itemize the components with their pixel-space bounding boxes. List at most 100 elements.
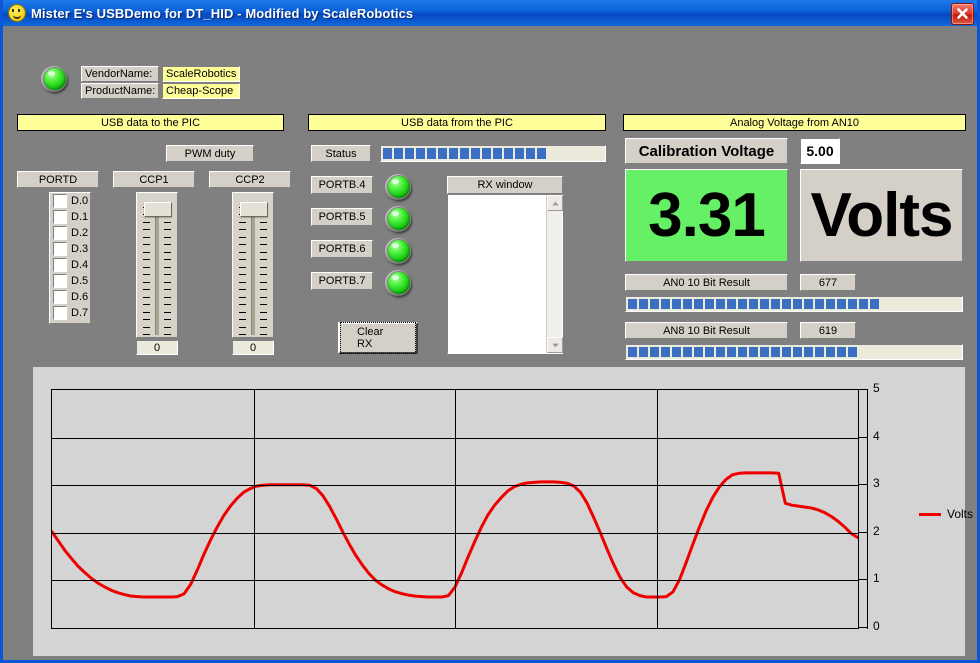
- pwm-duty-label: PWM duty: [166, 145, 254, 162]
- rx-window-textarea[interactable]: [447, 194, 563, 354]
- product-name-label: ProductName:: [81, 83, 159, 99]
- portd-checkbox-d7-label: D.7: [71, 307, 88, 319]
- portb7-label: PORTB.7: [311, 272, 373, 290]
- title-bar: Mister E's USBDemo for DT_HID - Modified…: [3, 0, 977, 26]
- portd-checkbox-d3[interactable]: [53, 242, 67, 256]
- analog-voltage-header: Analog Voltage from AN10: [623, 114, 966, 131]
- smiley-face-icon: [8, 4, 26, 22]
- ccp2-slider[interactable]: [232, 192, 274, 338]
- chart-y-tick: [859, 389, 868, 390]
- status-progress-bar: [380, 145, 606, 162]
- portd-checkbox-d4-label: D.4: [71, 259, 88, 271]
- chart-y-tick: [859, 627, 868, 628]
- chart-legend: Volts: [919, 507, 973, 521]
- legend-label-volts: Volts: [947, 507, 973, 521]
- an0-result-value: 677: [800, 274, 856, 291]
- calibration-voltage-input[interactable]: 5.00: [800, 138, 840, 164]
- portd-checkbox-row[interactable]: D.7: [50, 305, 90, 321]
- ccp1-slider-ticks-right: [164, 207, 171, 335]
- chart-plot-area: [51, 389, 859, 629]
- chart-y-tick-label: 5: [873, 381, 880, 395]
- status-label: Status: [311, 145, 371, 162]
- portd-checkbox-row[interactable]: D.3: [50, 241, 90, 257]
- clear-rx-button[interactable]: Clear RX: [338, 322, 418, 354]
- ccp1-slider-rail: [155, 207, 159, 335]
- chart-y-tick: [859, 437, 868, 438]
- oscilloscope-chart: Volts 012345: [33, 367, 965, 656]
- portd-checkbox-row[interactable]: D.0: [50, 193, 90, 209]
- chart-y-tick: [859, 484, 868, 485]
- chart-y-tick-label: 4: [873, 429, 880, 443]
- rx-window-title: RX window: [447, 176, 563, 194]
- portb6-led: [387, 239, 411, 263]
- portd-checkbox-d0[interactable]: [53, 194, 67, 208]
- ccp2-slider-ticks-right: [260, 207, 267, 335]
- ccp1-slider[interactable]: [136, 192, 178, 338]
- product-name-value: Cheap-Scope: [162, 83, 240, 99]
- an8-result-value: 619: [800, 322, 856, 339]
- status-progress-blocks: [383, 148, 605, 159]
- chart-y-tick-label: 1: [873, 571, 880, 585]
- portd-checkbox-d5[interactable]: [53, 274, 67, 288]
- an0-progress-blocks: [628, 299, 962, 309]
- chart-y-tick-label: 3: [873, 476, 880, 490]
- portd-checkbox-d7[interactable]: [53, 306, 67, 320]
- application-window: Mister E's USBDemo for DT_HID - Modified…: [0, 0, 980, 663]
- ccp2-slider-ticks-left: [239, 207, 246, 335]
- chart-vertical-gridline: [455, 390, 456, 628]
- chart-y-tick-label: 2: [873, 524, 880, 538]
- voltage-readout: 3.31: [625, 169, 788, 262]
- chart-y-tick: [859, 579, 868, 580]
- portb5-led: [387, 207, 411, 231]
- an0-result-label: AN0 10 Bit Result: [625, 274, 788, 291]
- portd-checkbox-row[interactable]: D.2: [50, 225, 90, 241]
- ccp2-label: CCP2: [209, 171, 291, 188]
- portd-checkbox-d1[interactable]: [53, 210, 67, 224]
- calibration-voltage-label: Calibration Voltage: [625, 138, 788, 164]
- connection-status-led: [43, 67, 67, 91]
- voltage-unit-label: Volts: [800, 169, 963, 262]
- chart-y-axis: [867, 389, 868, 629]
- portb6-label: PORTB.6: [311, 240, 373, 258]
- portb5-label: PORTB.5: [311, 208, 373, 226]
- chart-y-tick: [859, 532, 868, 533]
- portd-checkbox-d5-label: D.5: [71, 275, 88, 287]
- portd-checkbox-d6[interactable]: [53, 290, 67, 304]
- portd-checkbox-row[interactable]: D.4: [50, 257, 90, 273]
- ccp1-slider-thumb[interactable]: [144, 202, 172, 217]
- close-icon[interactable]: [951, 3, 974, 25]
- an0-progress-bar: [625, 296, 963, 312]
- portd-checkbox-row[interactable]: D.5: [50, 273, 90, 289]
- portd-checkbox-group: D.0 D.1 D.2 D.3 D.4 D.5: [49, 192, 91, 324]
- ccp2-slider-rail: [251, 207, 255, 335]
- chart-y-tick-label: 0: [873, 619, 880, 633]
- legend-swatch-volts: [919, 513, 941, 516]
- usb-data-to-pic-header: USB data to the PIC: [17, 114, 284, 131]
- ccp1-label: CCP1: [113, 171, 195, 188]
- portd-checkbox-d2[interactable]: [53, 226, 67, 240]
- ccp1-value: 0: [136, 340, 178, 355]
- portd-checkbox-d0-label: D.0: [71, 195, 88, 207]
- portd-checkbox-row[interactable]: D.1: [50, 209, 90, 225]
- portd-checkbox-d1-label: D.1: [71, 211, 88, 223]
- rx-window-scrollbar[interactable]: [546, 195, 562, 353]
- portd-label: PORTD: [17, 171, 99, 188]
- vendor-name-label: VendorName:: [81, 66, 159, 82]
- window-title: Mister E's USBDemo for DT_HID - Modified…: [31, 6, 413, 21]
- an8-progress-bar: [625, 344, 963, 360]
- usb-data-from-pic-header: USB data from the PIC: [308, 114, 606, 131]
- portd-checkbox-row[interactable]: D.6: [50, 289, 90, 305]
- portd-checkbox-d4[interactable]: [53, 258, 67, 272]
- ccp1-slider-ticks-left: [143, 207, 150, 335]
- scroll-down-icon[interactable]: [547, 337, 563, 353]
- chart-vertical-gridline: [254, 390, 255, 628]
- portb4-led: [387, 175, 411, 199]
- an8-progress-blocks: [628, 347, 962, 357]
- an8-result-label: AN8 10 Bit Result: [625, 322, 788, 339]
- client-area: VendorName: ScaleRobotics ProductName: C…: [3, 26, 977, 660]
- ccp2-value: 0: [232, 340, 274, 355]
- portb7-led: [387, 271, 411, 295]
- ccp2-slider-thumb[interactable]: [240, 202, 268, 217]
- portd-checkbox-d3-label: D.3: [71, 243, 88, 255]
- scroll-up-icon[interactable]: [547, 195, 563, 211]
